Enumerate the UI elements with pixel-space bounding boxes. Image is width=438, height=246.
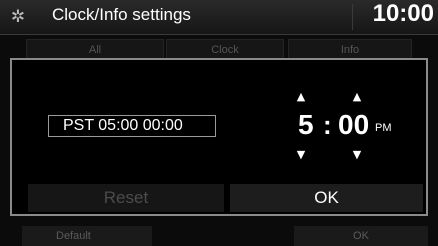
default-button[interactable]: Default [22,226,152,246]
ok-button[interactable]: OK [230,184,423,212]
ampm-indicator: PM [375,122,392,134]
hour-down-arrow-icon[interactable]: ▼ [288,146,314,164]
minute-value: 00 [338,109,370,140]
hour-value: 5 [298,109,314,140]
time-separator: : [323,110,332,140]
title-bar: ✲ Clock/Info settings 10:00 [0,0,438,35]
reset-button[interactable]: Reset [28,184,224,212]
page-title: Clock/Info settings [52,5,191,24]
header-divider [352,4,353,30]
hour-up-arrow-icon[interactable]: ▲ [288,88,314,106]
timezone-display: PST 05:00 00:00 [48,115,216,137]
background-ok-button[interactable]: OK [294,226,428,246]
header-clock: 10:00 [372,0,434,27]
minute-up-arrow-icon[interactable]: ▲ [344,88,370,106]
gear-icon: ✲ [10,7,26,27]
clock-adjust-dialog: PST 05:00 00:00 ▲ ▲ 5 : 00 PM ▼ ▼ Reset … [10,58,428,216]
minute-down-arrow-icon[interactable]: ▼ [344,146,370,164]
